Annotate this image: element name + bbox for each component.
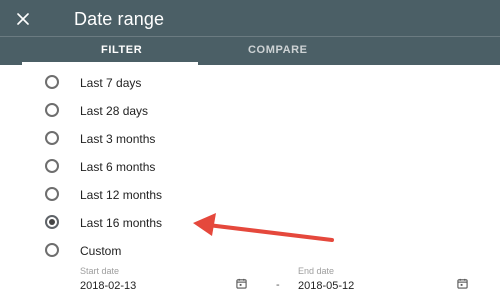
annotation-arrow	[193, 213, 334, 242]
